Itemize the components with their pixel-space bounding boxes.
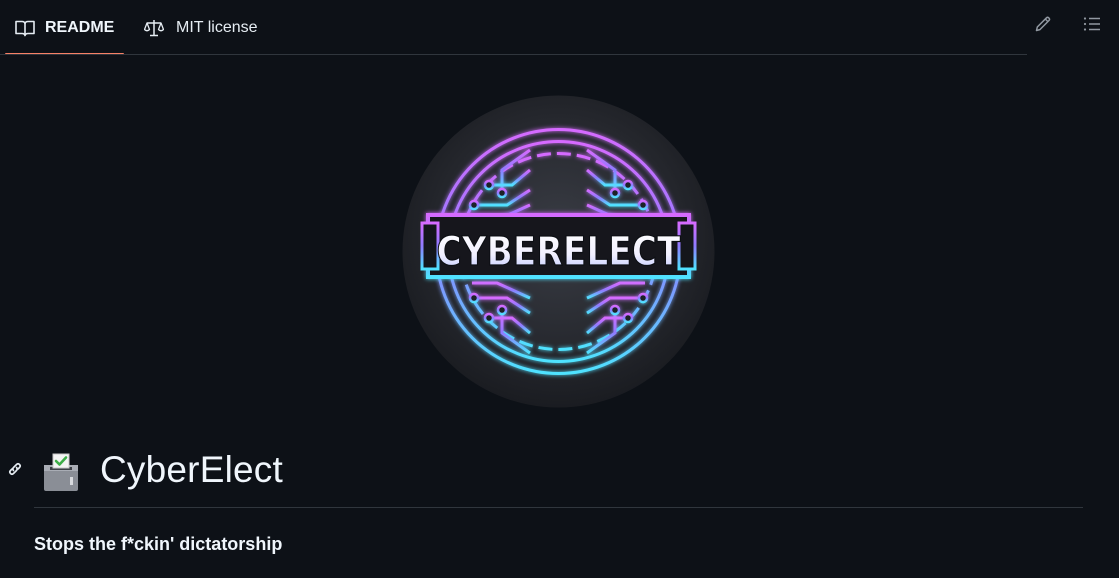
- tab-license-label: MIT license: [176, 18, 258, 36]
- cyberelect-logo: CYBERELECT: [402, 95, 715, 408]
- heading-anchor-link[interactable]: [4, 460, 26, 482]
- heading-divider: [34, 507, 1083, 508]
- tab-readme-label: README: [45, 18, 115, 36]
- tab-readme[interactable]: README: [5, 0, 124, 55]
- tab-license[interactable]: MIT license: [142, 0, 258, 55]
- link-icon: [6, 460, 24, 483]
- ballot-box-icon: [40, 451, 82, 493]
- logo-text: CYBERELECT: [437, 229, 682, 275]
- page-title: CyberElect: [100, 449, 283, 490]
- readme-heading: CyberElect: [0, 447, 1119, 507]
- list-icon: [1083, 16, 1101, 37]
- book-icon: [15, 19, 35, 37]
- pencil-icon: [1034, 15, 1052, 38]
- law-scale-icon: [144, 19, 164, 37]
- tab-bar-divider: [0, 54, 1027, 55]
- edit-file-button[interactable]: [1030, 13, 1056, 39]
- readme-tab-bar: README MIT license: [0, 0, 1119, 55]
- outline-button[interactable]: [1079, 13, 1105, 39]
- readme-tagline: Stops the f*ckin' dictatorship: [34, 534, 283, 554]
